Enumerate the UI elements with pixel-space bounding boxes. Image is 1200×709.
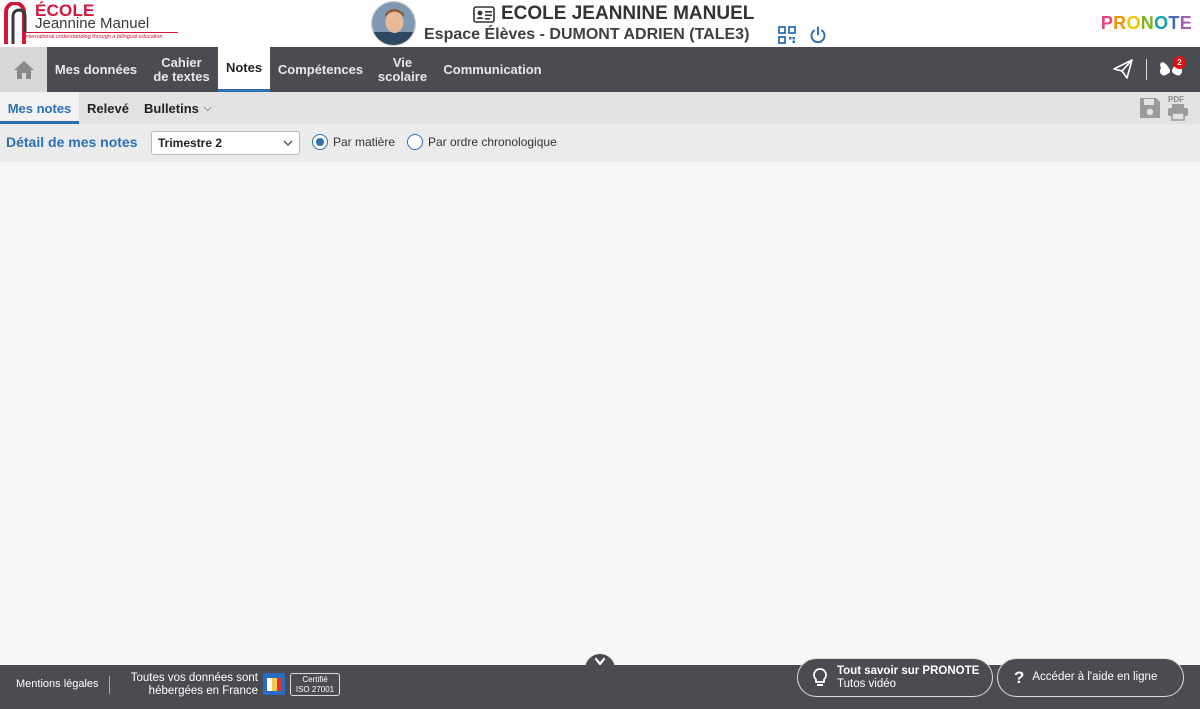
qr-code-icon[interactable]	[778, 26, 796, 44]
pronote-brand: PRONOTE	[1101, 13, 1192, 34]
brand-letter: P	[1100, 13, 1114, 33]
home-button[interactable]	[0, 47, 47, 92]
radio-button[interactable]	[407, 134, 423, 150]
power-icon[interactable]	[809, 26, 827, 44]
nav-label: Vie	[392, 54, 413, 70]
nav-label: Compétences	[277, 61, 364, 77]
nav-divider	[1146, 59, 1147, 80]
chevron-down-icon	[283, 140, 293, 147]
filter-label: Détail de mes notes	[6, 134, 138, 150]
tab-mes-notes[interactable]: Mes notes	[0, 92, 79, 124]
nav-item-communication[interactable]: Communication	[434, 47, 551, 92]
school-name: ECOLE JEANNINE MANUEL	[501, 3, 755, 24]
nav-item-notes[interactable]: Notes	[218, 47, 270, 92]
tutos-text: Tout savoir sur PRONOTE Tutos vidéo	[837, 665, 979, 691]
filter-bar: Détail de mes notes Trimestre 2 Par mati…	[0, 124, 1200, 162]
legal-link[interactable]: Mentions légales	[16, 678, 99, 690]
tab-label: Mes notes	[7, 100, 72, 116]
data-hosting-line1: Toutes vos données sont	[130, 672, 258, 684]
lightbulb-icon	[813, 667, 827, 686]
data-hosting-line2: hébergées en France	[148, 685, 258, 697]
school-logo[interactable]: ÉCOLE Jeannine Manuel International unde…	[0, 0, 180, 47]
save-icon[interactable]	[1139, 97, 1161, 119]
brand-letter: O	[1126, 13, 1141, 33]
nav-label: Mes données	[54, 61, 138, 77]
tutos-video-button[interactable]: Tout savoir sur PRONOTE Tutos vidéo	[797, 658, 993, 697]
cert-line2: ISO 27001	[295, 685, 335, 694]
radio-label: Par ordre chronologique	[428, 135, 557, 149]
nav-item-competences[interactable]: Compétences	[270, 47, 371, 92]
nav-label: de textes	[153, 68, 210, 84]
radio-par-ordre-chronologique[interactable]: Par ordre chronologique	[407, 134, 557, 150]
main-nav: Mes données Cahier de textes Notes Compé…	[0, 47, 1200, 92]
radio-dot	[316, 138, 324, 146]
nav-label: Communication	[443, 61, 542, 77]
online-help-button[interactable]: ? Accéder à l'aide en ligne	[997, 658, 1184, 697]
brand-letter: N	[1140, 13, 1155, 33]
tab-label: Bulletins	[144, 100, 199, 116]
home-icon	[13, 60, 34, 79]
radio-button-selected[interactable]	[312, 134, 328, 150]
student-avatar[interactable]	[371, 1, 416, 46]
radio-label: Par matière	[333, 135, 396, 149]
footer-divider	[109, 676, 110, 694]
iso-certification-badge: Certifié ISO 27001	[290, 673, 340, 696]
app-header: ÉCOLE Jeannine Manuel International unde…	[0, 0, 1200, 47]
hosting-flag-icon	[263, 673, 285, 695]
logo-subtitle: Jeannine Manuel	[35, 15, 150, 32]
nav-item-cahier-de-textes[interactable]: Cahier de textes	[145, 47, 218, 92]
nav-label: scolaire	[377, 68, 428, 84]
nav-item-mes-donnees[interactable]: Mes données	[47, 47, 145, 92]
send-message-icon[interactable]	[1112, 58, 1134, 80]
tab-releve[interactable]: Relevé	[87, 92, 129, 124]
nav-label: Cahier	[161, 54, 202, 70]
data-hosting-notice: Toutes vos données sont hébergées en Fra…	[114, 672, 258, 698]
nav-item-vie-scolaire[interactable]: Vie scolaire	[371, 47, 434, 92]
brand-letter: O	[1154, 13, 1169, 33]
school-title: ECOLE JEANNINE MANUEL	[473, 3, 754, 25]
logo-tagline: International understanding through a bi…	[24, 34, 163, 40]
printer-icon	[1168, 104, 1188, 121]
space-label: Espace Élèves - DUMONT ADRIEN (TALE3)	[424, 26, 750, 43]
avatar-photo	[372, 2, 415, 45]
pdf-label: PDF	[1168, 95, 1184, 104]
chevron-down-icon: ⌵	[203, 102, 212, 114]
tab-bulletins[interactable]: Bulletins ⌵	[144, 92, 212, 124]
tutos-title: Tout savoir sur PRONOTE	[837, 664, 980, 677]
pdf-print-button[interactable]: PDF	[1166, 95, 1190, 121]
brand-letter: T	[1168, 13, 1180, 33]
tab-label: Relevé	[87, 100, 129, 116]
brand-letter: E	[1179, 13, 1192, 33]
id-card-icon	[473, 5, 495, 23]
help-label: Accéder à l'aide en ligne	[1032, 671, 1158, 683]
sub-nav: Mes notes Relevé Bulletins ⌵ PDF	[0, 92, 1200, 124]
help-icon: ?	[1014, 667, 1025, 687]
cert-line1: Certifié	[302, 675, 328, 684]
main-content	[0, 162, 1200, 665]
period-select[interactable]: Trimestre 2	[151, 131, 300, 155]
brand-letter: R	[1113, 13, 1127, 33]
nav-label: Notes	[225, 60, 263, 75]
logo-divider	[22, 32, 178, 33]
period-selected-value: Trimestre 2	[158, 136, 223, 150]
notification-badge: 2	[1173, 56, 1186, 69]
radio-par-matiere[interactable]: Par matière	[312, 134, 395, 150]
tutos-subtitle: Tutos vidéo	[837, 677, 897, 690]
